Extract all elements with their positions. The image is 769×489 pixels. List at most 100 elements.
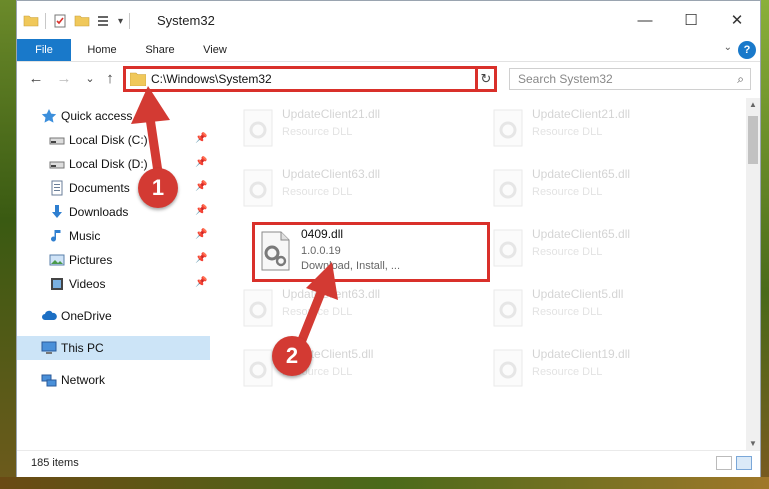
customize-toolbar-icon[interactable]: [96, 13, 112, 29]
file-name: UpdateClient63.dll: [282, 167, 381, 181]
help-button[interactable]: ?: [738, 41, 756, 59]
sidebar-item-label: Downloads: [69, 205, 129, 219]
status-bar: 185 items: [17, 450, 760, 477]
pin-icon: 📌: [195, 181, 208, 192]
sidebar-item-quick-access[interactable]: Quick access: [17, 104, 210, 128]
drive-icon: [49, 161, 65, 169]
dll-file-icon: [243, 349, 273, 387]
tab-view[interactable]: View: [195, 39, 235, 61]
view-switcher: [716, 456, 752, 470]
sidebar-item-documents[interactable]: Documents 📌: [17, 176, 210, 200]
file-item[interactable]: UpdateClient21.dll Resource DLL: [484, 104, 724, 156]
star-icon: [41, 109, 57, 123]
sidebar-item-network[interactable]: Network: [17, 368, 210, 392]
file-item[interactable]: UpdateClient63.dll Resource DLL: [234, 284, 474, 336]
up-button[interactable]: ↑: [99, 68, 121, 90]
music-icon: [51, 230, 61, 242]
sidebar-item-label: Quick access: [61, 109, 133, 123]
vertical-scrollbar[interactable]: ▲ ▼: [746, 98, 760, 450]
properties-icon[interactable]: [52, 13, 68, 29]
file-item-0409-dll[interactable]: 0409.dll 1.0.0.19 Download, Install, ...: [252, 222, 490, 282]
sidebar-item-videos[interactable]: Videos 📌: [17, 272, 210, 296]
expand-ribbon-icon[interactable]: ⌄: [724, 42, 732, 53]
download-icon: [52, 205, 62, 218]
desktop-background-left: [0, 0, 16, 489]
cloud-icon: [42, 310, 57, 320]
computer-icon: [41, 341, 57, 354]
file-description: Resource DLL: [282, 186, 353, 198]
file-item[interactable]: UpdateClient5.dll Resource DLL: [484, 284, 724, 336]
file-item[interactable]: UpdateClient19.dll Resource DLL: [484, 344, 724, 396]
file-item[interactable]: UpdateClient5.dll Resource DLL: [234, 344, 474, 396]
tiles-view-icon[interactable]: [736, 456, 752, 470]
dll-file-icon: [243, 109, 273, 147]
sidebar-item-pictures[interactable]: Pictures 📌: [17, 248, 210, 272]
sidebar-item-music[interactable]: Music 📌: [17, 224, 210, 248]
pin-icon: 📌: [195, 205, 208, 216]
close-button[interactable]: ✕: [714, 1, 760, 39]
file-item[interactable]: UpdateClient63.dll Resource DLL: [234, 164, 474, 216]
file-name: UpdateClient19.dll: [532, 347, 631, 361]
sidebar-item-label: Local Disk (D:): [69, 157, 148, 171]
videos-icon: [51, 278, 63, 290]
address-path[interactable]: C:\Windows\System32: [151, 72, 272, 86]
file-description: Resource DLL: [532, 126, 603, 138]
chevron-down-icon[interactable]: ▾: [118, 16, 123, 27]
file-list: UpdateClient21.dll Resource DLL UpdateCl…: [222, 98, 744, 450]
sidebar-item-label: Documents: [69, 181, 130, 195]
maximize-button[interactable]: ☐: [668, 1, 714, 39]
file-description: Resource DLL: [532, 366, 603, 378]
pin-icon: 📌: [195, 133, 208, 144]
search-input[interactable]: Search System32 ⌕: [509, 68, 751, 90]
search-icon[interactable]: ⌕: [737, 72, 744, 87]
file-item[interactable]: UpdateClient65.dll Resource DLL: [484, 224, 724, 276]
pictures-icon: [49, 254, 65, 266]
sidebar-item-label: Music: [69, 229, 101, 243]
network-icon: [41, 374, 57, 387]
sidebar-item-label: Network: [61, 373, 106, 387]
minimize-button[interactable]: —: [622, 1, 668, 39]
sidebar-item-label: OneDrive: [61, 309, 112, 323]
sidebar-item-label: Videos: [69, 277, 106, 291]
back-button[interactable]: ←: [25, 68, 47, 90]
item-count: 185 items: [31, 457, 79, 469]
window-title: System32: [157, 13, 215, 28]
recent-locations-button[interactable]: ⌄: [79, 68, 101, 90]
dll-file-icon: [243, 289, 273, 327]
sidebar-item-downloads[interactable]: Downloads 📌: [17, 200, 210, 224]
file-item[interactable]: UpdateClient21.dll Resource DLL: [234, 104, 474, 156]
folder-icon: [23, 15, 39, 27]
file-name: UpdateClient21.dll: [282, 107, 381, 121]
sidebar-item-local-disk-c[interactable]: Local Disk (C:) 📌: [17, 128, 210, 152]
sidebar-item-this-pc[interactable]: This PC: [17, 336, 210, 360]
refresh-button[interactable]: ↻: [475, 66, 497, 92]
file-name: UpdateClient21.dll: [532, 107, 631, 121]
pin-icon: 📌: [195, 277, 208, 288]
pin-icon: 📌: [195, 229, 208, 240]
details-view-icon[interactable]: [716, 456, 732, 470]
tab-home[interactable]: Home: [79, 39, 125, 61]
scrollbar-thumb[interactable]: [748, 116, 758, 164]
file-item[interactable]: UpdateClient65.dll Resource DLL: [484, 164, 724, 216]
search-placeholder: Search System32: [518, 72, 613, 86]
dll-file-icon: [261, 231, 290, 271]
dll-file-icon: [493, 349, 523, 387]
scroll-down-icon[interactable]: ▼: [746, 439, 760, 448]
new-folder-icon[interactable]: [74, 13, 90, 29]
sidebar-item-local-disk-d[interactable]: Local Disk (D:) 📌: [17, 152, 210, 176]
scroll-up-icon[interactable]: ▲: [746, 100, 760, 109]
file-name: 0409.dll: [301, 227, 344, 241]
tab-share[interactable]: Share: [137, 39, 183, 61]
file-name: UpdateClient5.dll: [532, 287, 624, 301]
file-description: Resource DLL: [532, 186, 603, 198]
sidebar-item-onedrive[interactable]: OneDrive: [17, 304, 210, 328]
documents-icon: [51, 180, 63, 196]
forward-button[interactable]: →: [53, 68, 75, 90]
dll-file-icon: [493, 289, 523, 327]
quick-access-toolbar: ▾: [23, 11, 131, 31]
address-bar[interactable]: C:\Windows\System32 ⌄: [123, 66, 495, 92]
file-description: Resource DLL: [532, 246, 603, 258]
folder-icon: [130, 72, 146, 86]
ribbon-tabs: File Home Share View ⌄ ?: [17, 39, 760, 62]
tab-file[interactable]: File: [17, 39, 71, 61]
